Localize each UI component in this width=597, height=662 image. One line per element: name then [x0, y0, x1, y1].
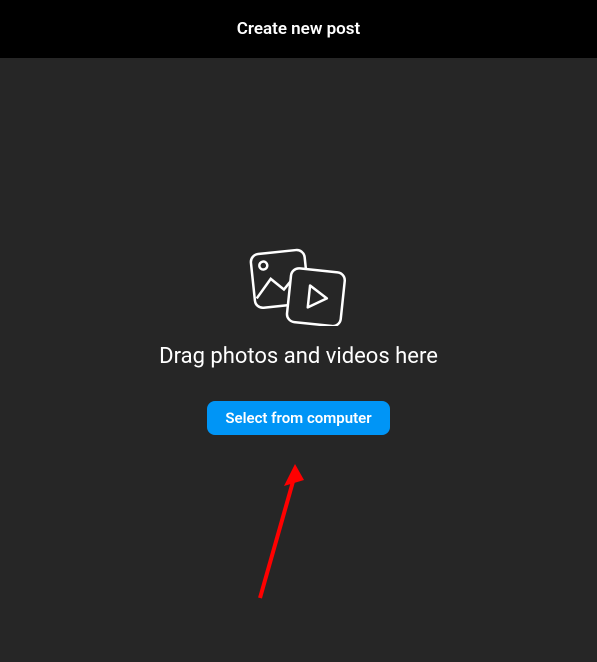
modal-title: Create new post: [237, 19, 361, 39]
media-upload-icon: [239, 246, 359, 326]
drag-instruction-text: Drag photos and videos here: [159, 344, 438, 369]
upload-dropzone[interactable]: Drag photos and videos here Select from …: [0, 38, 597, 642]
select-from-computer-button[interactable]: Select from computer: [207, 401, 389, 435]
